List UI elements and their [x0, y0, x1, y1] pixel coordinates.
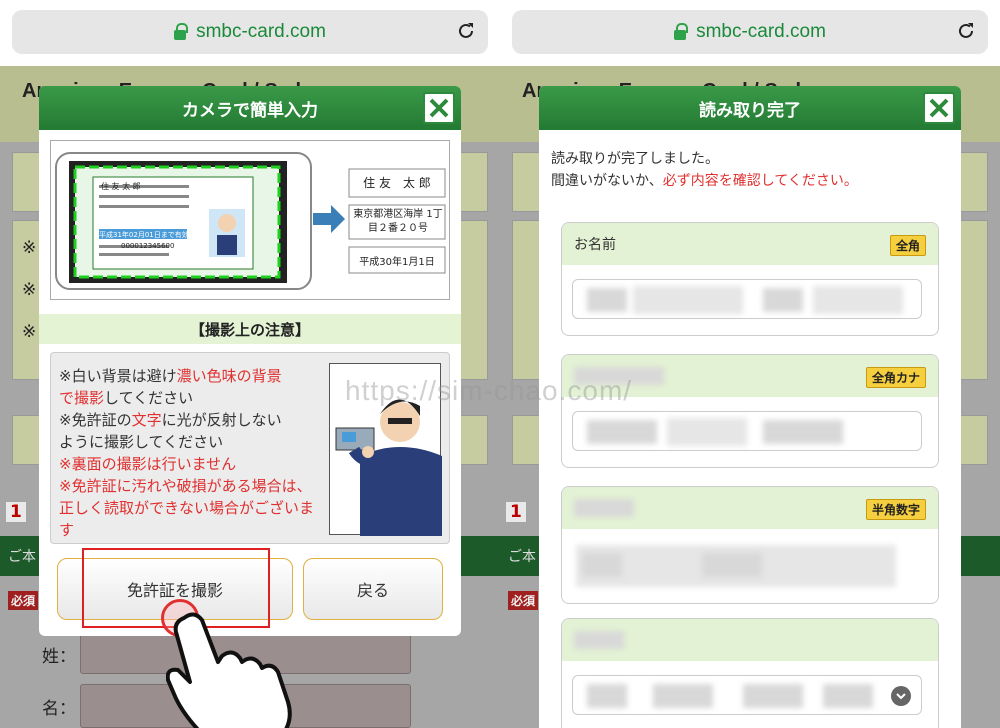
note2-b: 文字: [131, 411, 162, 429]
redacted-text: [582, 553, 622, 577]
read-complete-modal: 読み取り完了 読み取りが完了しました。 間違いがないか、必ず内容を確認してくださ…: [539, 86, 961, 728]
close-button[interactable]: [423, 92, 455, 124]
message-line2-b: 必ず内容を確認してください。: [662, 173, 858, 189]
background-notice: ご本: [508, 549, 536, 565]
pointing-hand-icon: [166, 612, 292, 728]
back-label: 戻る: [356, 581, 389, 600]
chevron-down-icon[interactable]: [891, 686, 911, 706]
illustration-date: 平成30年1月1日: [359, 257, 435, 268]
background-last-name-label: 姓：: [42, 647, 76, 667]
background-row-mark: ※: [22, 322, 37, 342]
field-card-select: [561, 618, 939, 728]
redacted-text: [653, 684, 713, 708]
field-card-kana: 全角カナ: [561, 354, 939, 468]
left-screenshot: smbc-card.com American Express Card / Sm…: [0, 0, 500, 728]
background-step: 1: [506, 502, 526, 522]
modal-header: 読み取り完了: [539, 86, 961, 130]
modal-title: カメラで簡単入力: [182, 100, 318, 121]
background-required: 必須: [508, 591, 539, 610]
note2-a: ※免許証の: [59, 411, 132, 429]
redacted-text: [763, 288, 803, 312]
watermark: https://sim-chao.com/: [345, 375, 633, 406]
message-line2-a: 間違いがないか、: [551, 173, 663, 189]
illustration-address: 東京都港区海岸 1丁目２番２０号: [353, 209, 443, 234]
redacted-text: [823, 684, 873, 708]
note1-d: してください: [104, 389, 194, 407]
background-first-name-label: 名：: [42, 699, 76, 719]
modal-title: 読み取り完了: [699, 100, 801, 121]
field-header: [562, 619, 938, 661]
message-line1: 読み取りが完了しました。: [551, 151, 719, 167]
background-required: 必須: [8, 591, 39, 610]
notes-heading: 【撮影上の注意】: [39, 314, 461, 344]
redacted-label: [574, 631, 624, 649]
redacted-text: [587, 288, 627, 312]
lock-icon: [174, 23, 189, 40]
completion-message: 読み取りが完了しました。 間違いがないか、必ず内容を確認してください。: [551, 148, 858, 192]
background-step: 1: [6, 502, 26, 522]
redacted-text: [587, 684, 627, 708]
illustration-name: 住 友 太 郎: [363, 176, 431, 190]
redacted-text: [702, 553, 762, 577]
redacted-text: [743, 684, 803, 708]
license-illustration: 住 友 太 郎 平成31年02月01日まで有効 000012345600 住 友…: [50, 140, 450, 300]
field-card-name: お名前 全角: [561, 222, 939, 336]
url-text: smbc-card.com: [696, 21, 826, 42]
field-badge: 全角カナ: [865, 367, 926, 388]
note1-a: ※白い背景は避け: [59, 367, 177, 385]
close-icon: [929, 98, 949, 118]
url-text: smbc-card.com: [196, 21, 326, 42]
redacted-text: [587, 420, 657, 444]
field-badge: 半角数字: [865, 499, 926, 520]
redacted-text: [763, 420, 843, 444]
redacted-text: [667, 418, 747, 446]
select-input[interactable]: [572, 675, 922, 715]
note1-c: で撮影: [59, 389, 105, 407]
field-card-number: 半角数字: [561, 486, 939, 604]
note2-d: ように撮影してください: [59, 433, 224, 451]
background-row-mark: ※: [22, 280, 37, 300]
reload-icon[interactable]: [956, 21, 976, 41]
redacted-text: [633, 286, 743, 314]
name-input[interactable]: [572, 279, 922, 319]
illustration-card-number: 000012345600: [121, 242, 175, 250]
right-screenshot: smbc-card.com American Express Card / Sm…: [500, 0, 1000, 728]
field-header: お名前 全角: [562, 223, 938, 265]
field-badge: 全角: [889, 235, 926, 256]
background-notice: ご本: [8, 549, 36, 565]
notes-text: ※白い背景は避け濃い色味の背景 で撮影してください ※免許証の文字に光が反射しな…: [59, 365, 324, 541]
address-bar[interactable]: smbc-card.com: [12, 10, 488, 54]
illustration-card-name: 住 友 太 郎: [101, 182, 141, 191]
close-button[interactable]: [923, 92, 955, 124]
background-row-mark: ※: [22, 238, 37, 258]
note3: ※裏面の撮影は行いません: [59, 455, 237, 473]
field-label: お名前: [574, 237, 616, 253]
redacted-text: [813, 286, 903, 314]
reload-icon[interactable]: [456, 21, 476, 41]
lock-icon: [674, 23, 689, 40]
modal-header: カメラで簡単入力: [39, 86, 461, 130]
illustration-card-expiry: 平成31年02月01日まで有効: [99, 231, 189, 239]
address-bar[interactable]: smbc-card.com: [512, 10, 988, 54]
back-button[interactable]: 戻る: [303, 558, 443, 620]
note2-c: に光が反射しない: [161, 411, 282, 429]
note1-b: 濃い色味の背景: [176, 367, 282, 385]
note4: ※免許証に汚れや破損がある場合は、正しく読取ができない場合がございます: [59, 477, 315, 539]
kana-input[interactable]: [572, 411, 922, 451]
redacted-label: [574, 499, 634, 517]
close-icon: [429, 98, 449, 118]
field-header: 半角数字: [562, 487, 938, 529]
